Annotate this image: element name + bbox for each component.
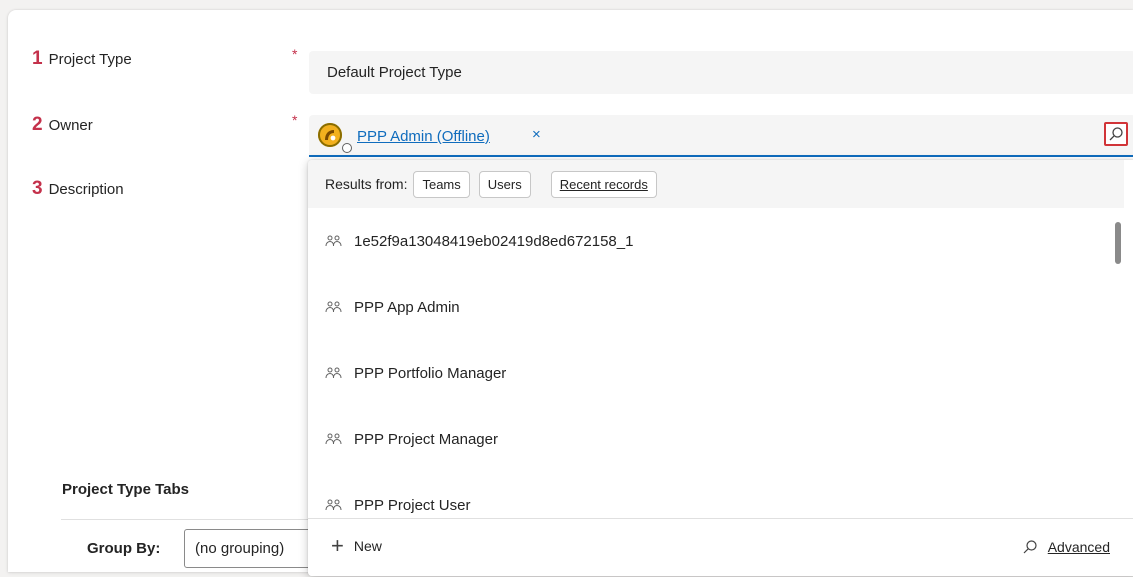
- step-number: 1: [32, 48, 43, 69]
- lookup-search-button[interactable]: [1104, 122, 1128, 146]
- dropdown-footer: + New Advanced: [308, 518, 1133, 576]
- user-avatar-icon: [325, 130, 336, 141]
- description-label: 3 Description: [32, 178, 124, 200]
- list-item[interactable]: 1e52f9a13048419eb02419d8ed672158_1: [308, 208, 1124, 274]
- new-record-button[interactable]: + New: [331, 533, 382, 558]
- search-icon: [1109, 127, 1123, 141]
- list-item-label: PPP Portfolio Manager: [354, 364, 507, 382]
- remove-owner-icon[interactable]: ×: [532, 126, 541, 143]
- filter-teams-button[interactable]: Teams: [413, 170, 470, 198]
- required-marker: *: [292, 46, 298, 62]
- owner-lookup-field[interactable]: PPP Admin (Offline) ×: [309, 115, 1133, 157]
- owner-avatar: [318, 123, 352, 153]
- results-from-label: Results from:: [325, 176, 408, 192]
- group-by-label: Group By:: [87, 540, 161, 557]
- form-card: 1 Project Type * Default Project Type 2 Ow…: [8, 10, 1133, 576]
- list-item[interactable]: PPP Portfolio Manager: [308, 340, 1124, 406]
- advanced-lookup-button[interactable]: Advanced: [1022, 539, 1110, 555]
- list-item-label: 1e52f9a13048419eb02419d8ed672158_1: [354, 232, 634, 250]
- field-label-text: Description: [48, 181, 124, 198]
- required-marker: *: [292, 112, 298, 128]
- list-item-label: PPP Project Manager: [354, 430, 498, 448]
- search-icon: [1023, 540, 1037, 554]
- plus-icon: +: [331, 533, 344, 558]
- group-by-value: (no grouping): [195, 540, 285, 557]
- offline-presence-icon: [342, 143, 352, 153]
- list-item-label: PPP App Admin: [354, 298, 460, 316]
- field-label-text: Project Type: [48, 51, 132, 68]
- new-label: New: [353, 538, 382, 554]
- project-type-field[interactable]: Default Project Type: [309, 51, 1133, 94]
- list-item[interactable]: PPP App Admin: [308, 274, 1124, 340]
- dropdown-scrollbar[interactable]: [1115, 222, 1121, 264]
- team-icon: [325, 499, 342, 511]
- owner-value-link[interactable]: PPP Admin (Offline): [357, 128, 490, 145]
- filter-recent-records-button[interactable]: Recent records: [550, 170, 657, 198]
- project-type-label: 1 Project Type: [32, 48, 132, 70]
- section-title: Project Type Tabs: [62, 481, 189, 498]
- step-number: 3: [32, 178, 43, 199]
- filter-users-button[interactable]: Users: [478, 170, 531, 198]
- results-filter-bar: Results from: Teams Users Recent records: [308, 160, 1124, 208]
- field-label-text: Owner: [48, 117, 93, 134]
- team-icon: [325, 235, 342, 247]
- team-icon: [325, 367, 342, 379]
- step-number: 2: [32, 114, 43, 135]
- team-icon: [325, 433, 342, 445]
- team-icon: [325, 301, 342, 313]
- owner-label: 2 Owner: [32, 114, 93, 136]
- advanced-label: Advanced: [1047, 539, 1110, 555]
- list-item[interactable]: PPP Project Manager: [308, 406, 1124, 472]
- list-item-label: PPP Project User: [354, 496, 471, 514]
- project-type-value: Default Project Type: [327, 64, 462, 81]
- owner-lookup-dropdown: Results from: Teams Users Recent records…: [308, 160, 1133, 576]
